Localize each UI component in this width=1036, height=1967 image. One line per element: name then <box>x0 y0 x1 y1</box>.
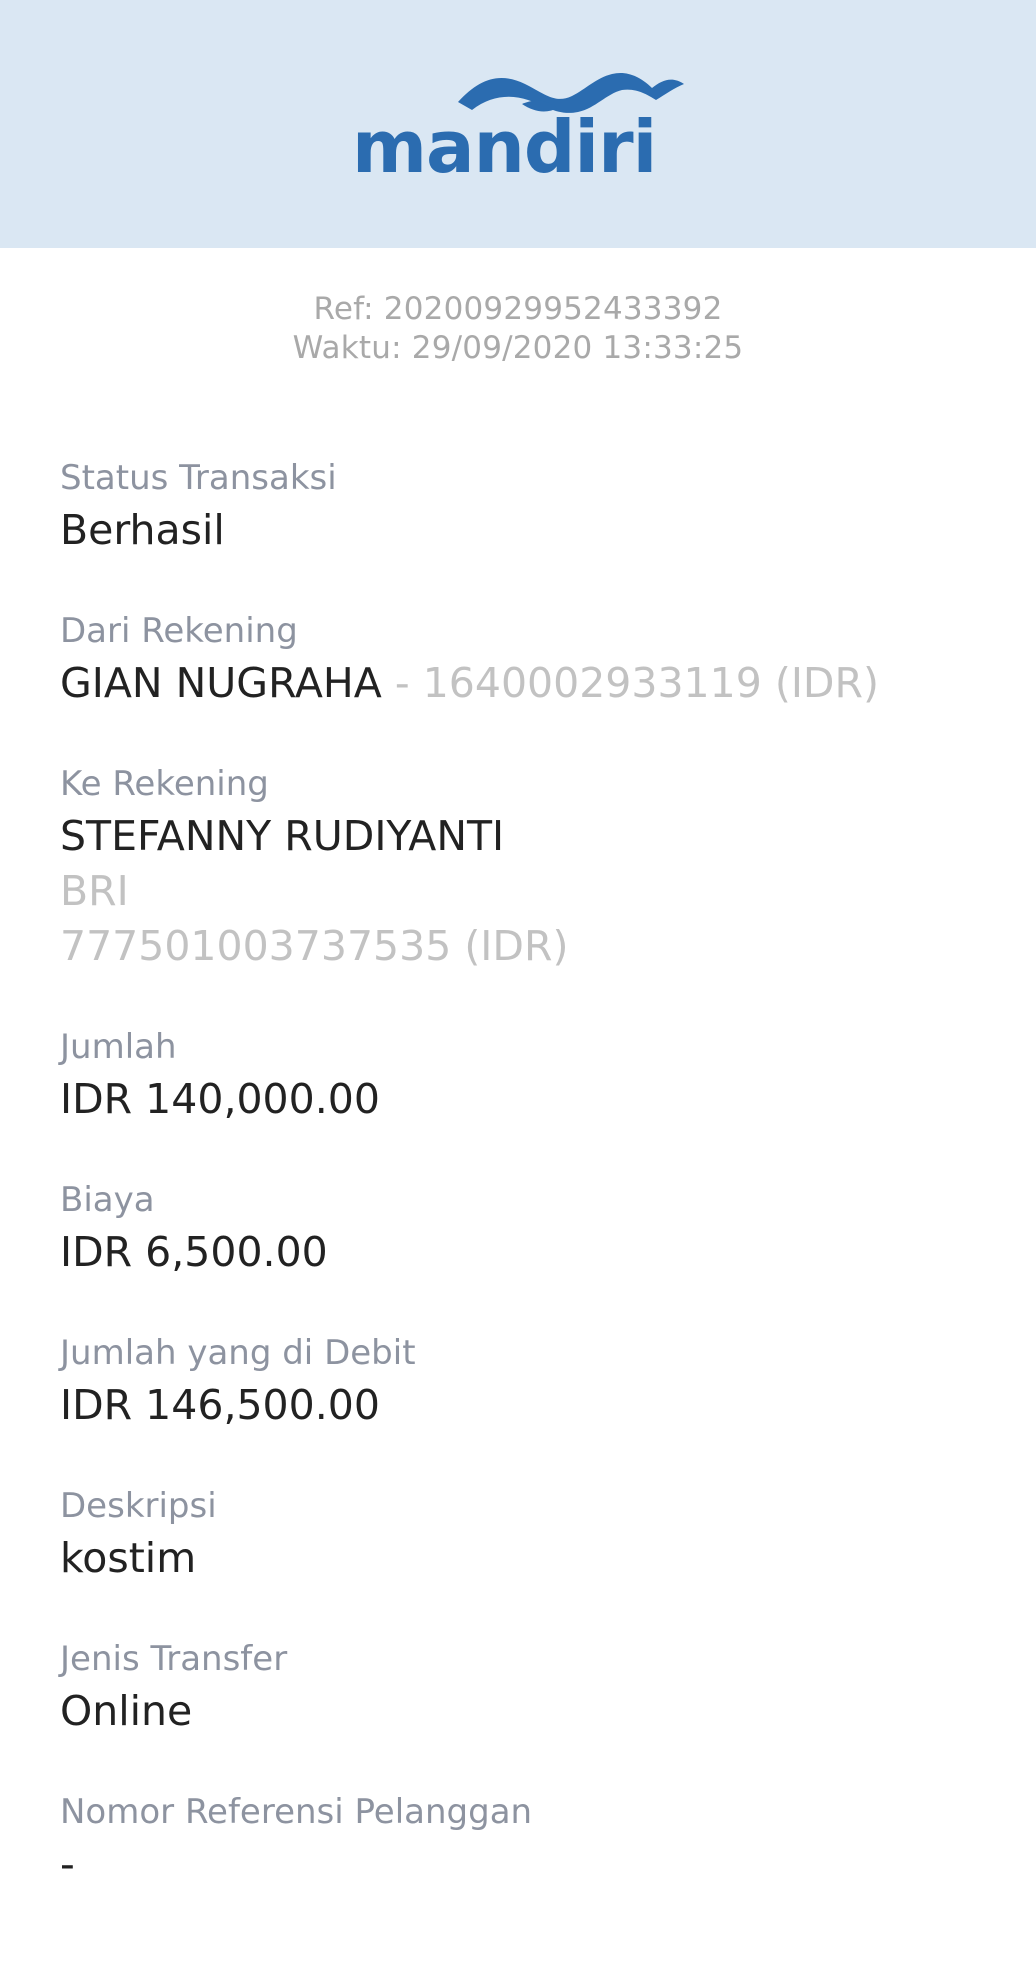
status-label: Status Transaksi <box>60 458 337 498</box>
transaction-time: Waktu: 29/09/2020 13:33:25 <box>292 330 744 366</box>
from-account-value: GIAN NUGRAHA - 1640002933119 (IDR) <box>60 657 879 709</box>
amount-label: Jumlah <box>60 1027 177 1067</box>
customer-reference-label: Nomor Referensi Pelanggan <box>60 1792 533 1832</box>
transfer-type-value: Online <box>60 1687 193 1735</box>
to-account-label: Ke Rekening <box>60 764 269 804</box>
from-account-number: - 1640002933119 (IDR) <box>381 659 879 707</box>
amount-value: IDR 140,000.00 <box>60 1075 380 1123</box>
reference-number: Ref: 20200929952433392 <box>313 291 723 327</box>
debited-amount-value: IDR 146,500.00 <box>60 1381 380 1429</box>
description-label: Deskripsi <box>60 1486 217 1526</box>
customer-reference-value: - <box>60 1840 75 1888</box>
receipt-header: mandiri <box>0 0 1036 248</box>
description-value: kostim <box>60 1534 197 1582</box>
status-value: Berhasil <box>60 506 225 554</box>
to-account-name: STEFANNY RUDIYANTI <box>60 812 505 860</box>
transfer-type-label: Jenis Transfer <box>60 1639 288 1679</box>
fee-value: IDR 6,500.00 <box>60 1228 328 1276</box>
svg-text:mandiri: mandiri <box>352 105 656 182</box>
to-account-number: 777501003737535 (IDR) <box>60 922 569 970</box>
fee-label: Biaya <box>60 1180 155 1220</box>
debited-amount-label: Jumlah yang di Debit <box>60 1333 416 1373</box>
from-account-label: Dari Rekening <box>60 611 298 651</box>
mandiri-logo: mandiri <box>350 70 690 182</box>
mandiri-logo-graphic: mandiri <box>352 72 684 182</box>
from-account-name: GIAN NUGRAHA <box>60 659 382 707</box>
to-account-bank: BRI <box>60 867 129 915</box>
